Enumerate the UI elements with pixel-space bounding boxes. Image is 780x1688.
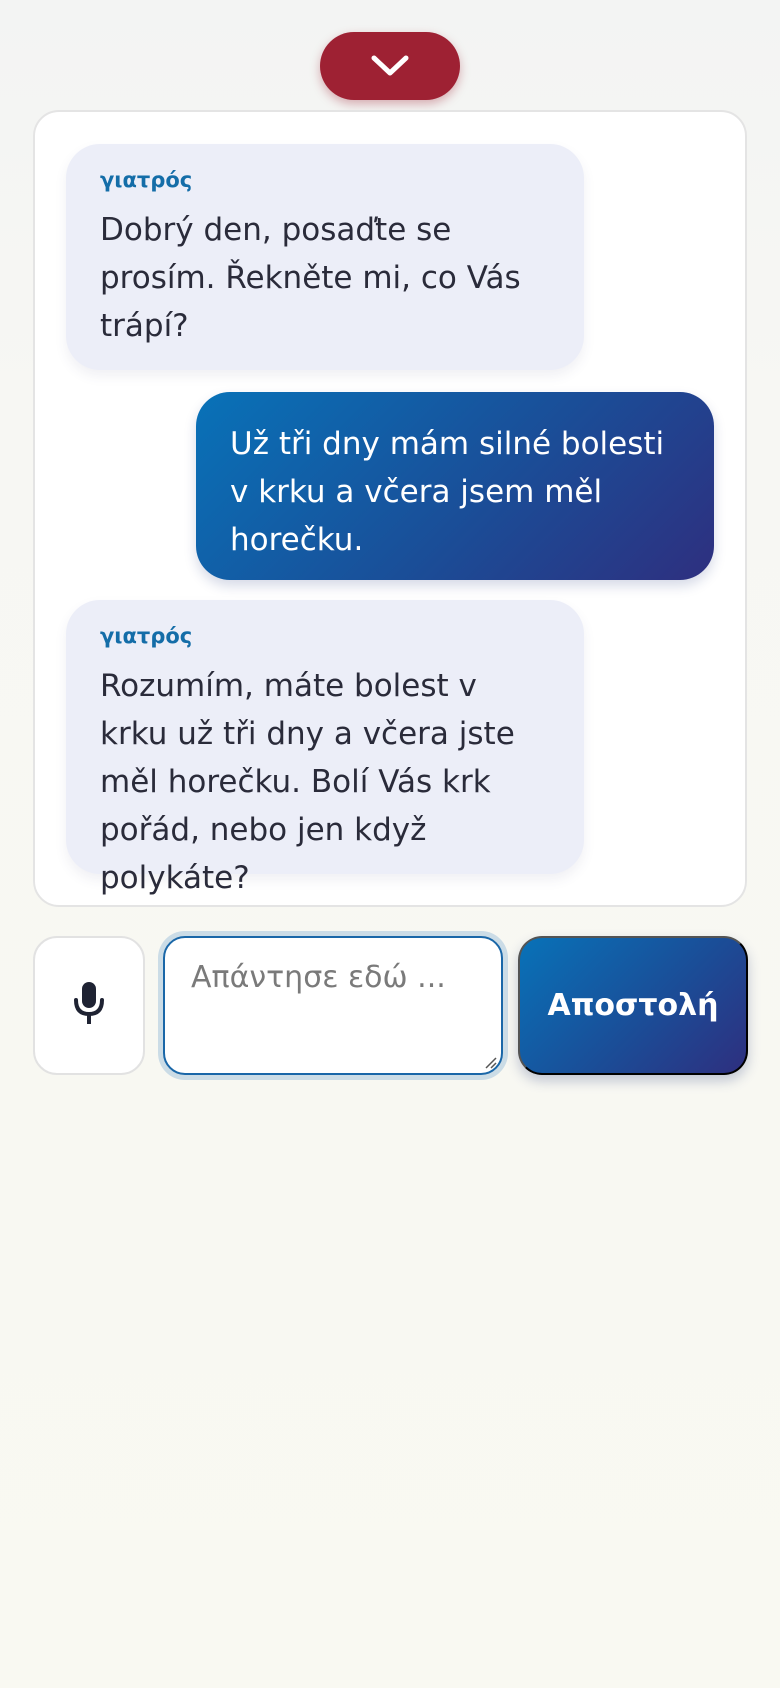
patient-message: Už tři dny mám silné bolesti v krku a vč… — [196, 392, 714, 580]
message-text: Už tři dny mám silné bolesti v krku a vč… — [230, 426, 665, 558]
microphone-button[interactable] — [33, 936, 145, 1075]
chevron-down-icon — [368, 52, 412, 80]
reply-input[interactable] — [165, 938, 501, 1073]
resize-handle-icon[interactable] — [481, 1053, 497, 1069]
doctor-message: γιατρός Rozumím, máte bolest v krku už t… — [66, 600, 584, 896]
chat-panel: γιατρός Dobrý den, posaďte se prosím. Ře… — [33, 110, 747, 907]
reply-input-wrapper — [163, 936, 503, 1075]
message-sender: γιατρός — [100, 168, 193, 192]
collapse-button[interactable] — [320, 32, 460, 100]
message-sender: γιατρός — [100, 624, 193, 648]
doctor-message: γιατρός Dobrý den, posaďte se prosím. Ře… — [66, 144, 584, 370]
message-text: Dobrý den, posaďte se prosím. Řekněte mi… — [100, 212, 521, 344]
message-text: Rozumím, máte bolest v krku už tři dny a… — [100, 668, 515, 896]
microphone-icon — [71, 980, 107, 1032]
send-button[interactable]: Αποστολή — [518, 936, 748, 1075]
